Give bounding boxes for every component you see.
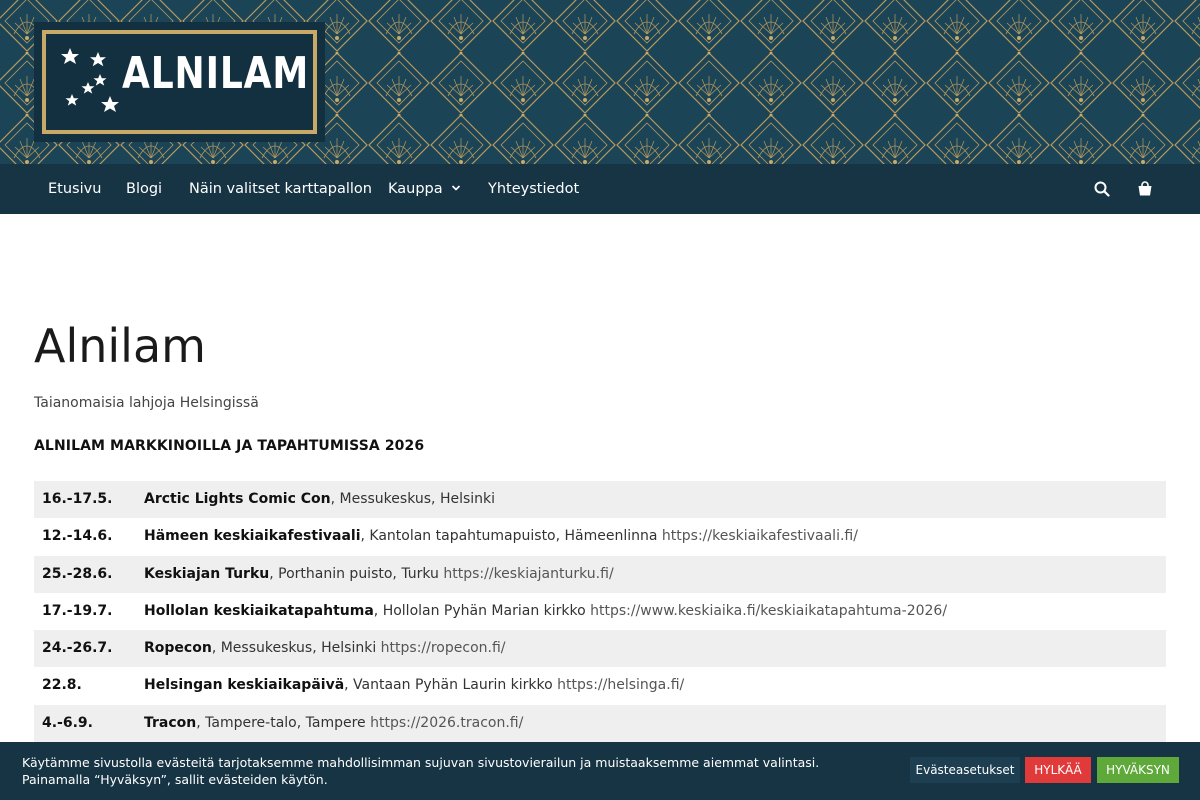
- nav-item-kauppa-label: Kauppa: [388, 181, 443, 197]
- event-description: Helsingan keskiaikapäivä, Vantaan Pyhän …: [144, 667, 684, 704]
- event-place: , Kantolan tapahtumapuisto, Hämeenlinna: [360, 528, 662, 545]
- events-table: 16.-17.5. Arctic Lights Comic Con, Messu…: [34, 481, 1166, 743]
- event-link[interactable]: https://keskiaikafestivaali.fi/: [662, 528, 858, 544]
- site-logo[interactable]: ALNILAM: [34, 22, 325, 142]
- tagline: Taianomaisia lahjoja Helsingissä: [34, 395, 259, 411]
- event-description: Hollolan keskiaikatapahtuma, Hollolan Py…: [144, 593, 947, 630]
- event-date: 12.-14.6.: [42, 528, 113, 545]
- event-link[interactable]: https://helsinga.fi/: [557, 677, 684, 693]
- event-name: Tracon: [144, 714, 197, 731]
- nav-item-kauppa[interactable]: Kauppa: [388, 164, 461, 214]
- events-heading: ALNILAM MARKKINOILLA JA TAPAHTUMISSA 202…: [34, 438, 425, 454]
- table-row: 4.-6.9. Tracon, Tampere-talo, Tampere ht…: [34, 704, 1166, 743]
- event-date: 17.-19.7.: [42, 602, 113, 619]
- table-row: 12.-14.6. Hämeen keskiaikafestivaali, Ka…: [34, 518, 1166, 555]
- event-place: , Hollolan Pyhän Marian kirkko: [373, 602, 591, 619]
- event-description: Ropecon, Messukeskus, Helsinki https://r…: [144, 630, 506, 667]
- table-row: 22.8. Helsingan keskiaikapäivä, Vantaan …: [34, 667, 1166, 704]
- event-place: , Tampere-talo, Tampere: [196, 714, 371, 731]
- event-name: Helsingan keskiaikapäivä: [144, 677, 345, 694]
- event-link[interactable]: https://ropecon.fi/: [381, 640, 506, 656]
- main-nav: Etusivu Blogi Näin valitset karttapallon…: [0, 164, 1200, 214]
- event-place: , Messukeskus, Helsinki: [330, 491, 496, 507]
- cookie-accept-button[interactable]: HYVÄKSYN: [1097, 757, 1179, 783]
- event-date: 4.-6.9.: [42, 714, 93, 731]
- event-name: Hämeen keskiaikafestivaali: [144, 528, 361, 545]
- table-row: 24.-26.7. Ropecon, Messukeskus, Helsinki…: [34, 630, 1166, 668]
- header-banner: ALNILAM: [0, 0, 1200, 164]
- table-row: 25.-28.6. Keskiajan Turku, Porthanin pui…: [34, 555, 1166, 593]
- event-place: , Porthanin puisto, Turku: [269, 565, 444, 582]
- event-date: 24.-26.7.: [42, 640, 113, 657]
- table-row: 17.-19.7. Hollolan keskiaikatapahtuma, H…: [34, 593, 1166, 630]
- nav-item-yhteystiedot[interactable]: Yhteystiedot: [488, 164, 579, 214]
- event-description: Tracon, Tampere-talo, Tampere https://20…: [144, 705, 523, 742]
- event-description: Hämeen keskiaikafestivaali, Kantolan tap…: [144, 518, 858, 555]
- nav-item-karttapallo[interactable]: Näin valitset karttapallon: [189, 164, 372, 214]
- cookie-settings-button[interactable]: Evästeasetukset: [910, 757, 1020, 783]
- event-date: 22.8.: [42, 677, 82, 694]
- cookie-message: Käytämme sivustolla evästeitä tarjotakse…: [22, 754, 882, 788]
- event-name: Hollolan keskiaikatapahtuma: [144, 602, 374, 619]
- event-description: Arctic Lights Comic Con, Messukeskus, He…: [144, 481, 495, 518]
- logo-text: ALNILAM: [122, 48, 310, 99]
- event-link[interactable]: https://www.keskiaika.fi/keskiaikatapaht…: [590, 603, 947, 619]
- cookie-message-line-1: Käytämme sivustolla evästeitä tarjotakse…: [22, 755, 820, 770]
- table-row: 16.-17.5. Arctic Lights Comic Con, Messu…: [34, 481, 1166, 519]
- event-date: 16.-17.5.: [42, 491, 113, 507]
- event-place: , Messukeskus, Helsinki: [211, 640, 381, 657]
- event-name: Keskiajan Turku: [144, 565, 270, 582]
- cookie-consent-bar: Käytämme sivustolla evästeitä tarjotakse…: [0, 742, 1200, 800]
- nav-item-blogi[interactable]: Blogi: [126, 164, 162, 214]
- stars-icon: [61, 48, 119, 112]
- event-place: , Vantaan Pyhän Laurin kirkko: [344, 677, 558, 694]
- chevron-down-icon: [451, 164, 461, 214]
- event-name: Arctic Lights Comic Con: [144, 491, 331, 507]
- page-title: Alnilam: [34, 319, 206, 373]
- nav-item-etusivu[interactable]: Etusivu: [48, 164, 101, 214]
- event-description: Keskiajan Turku, Porthanin puisto, Turku…: [144, 556, 614, 593]
- cookie-message-line-2: Painamalla “Hyväksyn”, sallit evästeiden…: [22, 772, 328, 787]
- shopping-bag-icon[interactable]: [1137, 181, 1153, 201]
- event-date: 25.-28.6.: [42, 565, 113, 582]
- event-name: Ropecon: [144, 640, 212, 657]
- cookie-reject-button[interactable]: HYLKÄÄ: [1025, 757, 1091, 783]
- search-icon[interactable]: [1094, 181, 1110, 201]
- event-link[interactable]: https://keskiajanturku.fi/: [443, 566, 613, 582]
- event-link[interactable]: https://2026.tracon.fi/: [370, 715, 523, 731]
